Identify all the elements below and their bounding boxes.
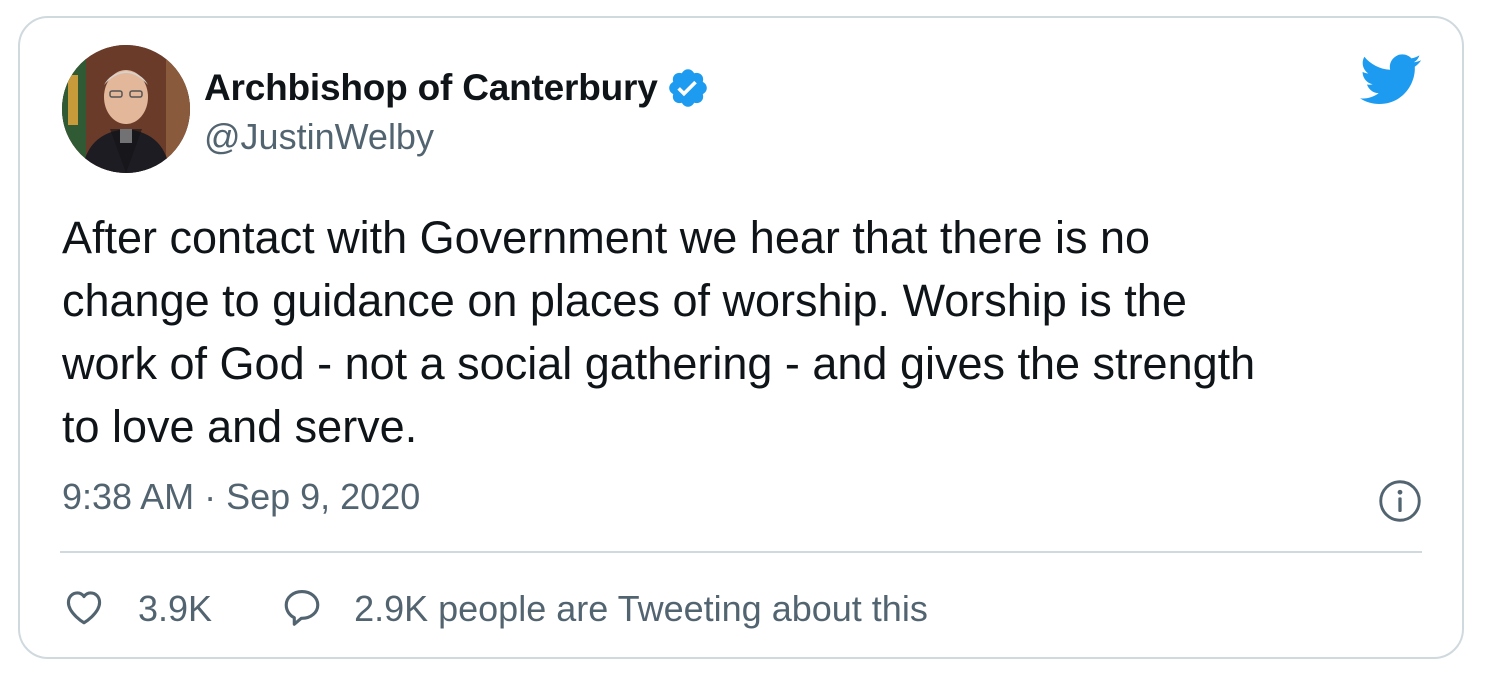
tweet-timestamp[interactable]: 9:38 AM · Sep 9, 2020 (62, 476, 420, 518)
twitter-bird-icon[interactable] (1360, 54, 1422, 106)
author-handle[interactable]: @JustinWelby (204, 116, 710, 158)
tweet-text: After contact with Government we hear th… (62, 212, 1256, 452)
avatar[interactable] (62, 45, 190, 173)
tweet-card: Archbishop of Canterbury @JustinWelby Af… (18, 16, 1464, 659)
author-block: Archbishop of Canterbury @JustinWelby (204, 64, 710, 158)
info-icon[interactable] (1378, 479, 1422, 523)
display-name[interactable]: Archbishop of Canterbury (204, 67, 658, 109)
tweeting-count: 2.9K people are Tweeting about this (354, 588, 928, 629)
verified-badge-icon (666, 66, 710, 110)
like-count: 3.9K (138, 588, 213, 629)
name-row: Archbishop of Canterbury (204, 64, 710, 112)
heart-icon (62, 585, 106, 634)
tweeting-about-link[interactable]: 2.9K people are Tweeting about this (280, 585, 928, 634)
like-button[interactable]: 3.9K (62, 585, 212, 634)
speech-bubble-icon (280, 585, 324, 634)
avatar-image (62, 45, 190, 173)
divider (60, 551, 1422, 553)
action-bar: 3.9K 2.9K people are Tweeting about this (62, 584, 928, 634)
